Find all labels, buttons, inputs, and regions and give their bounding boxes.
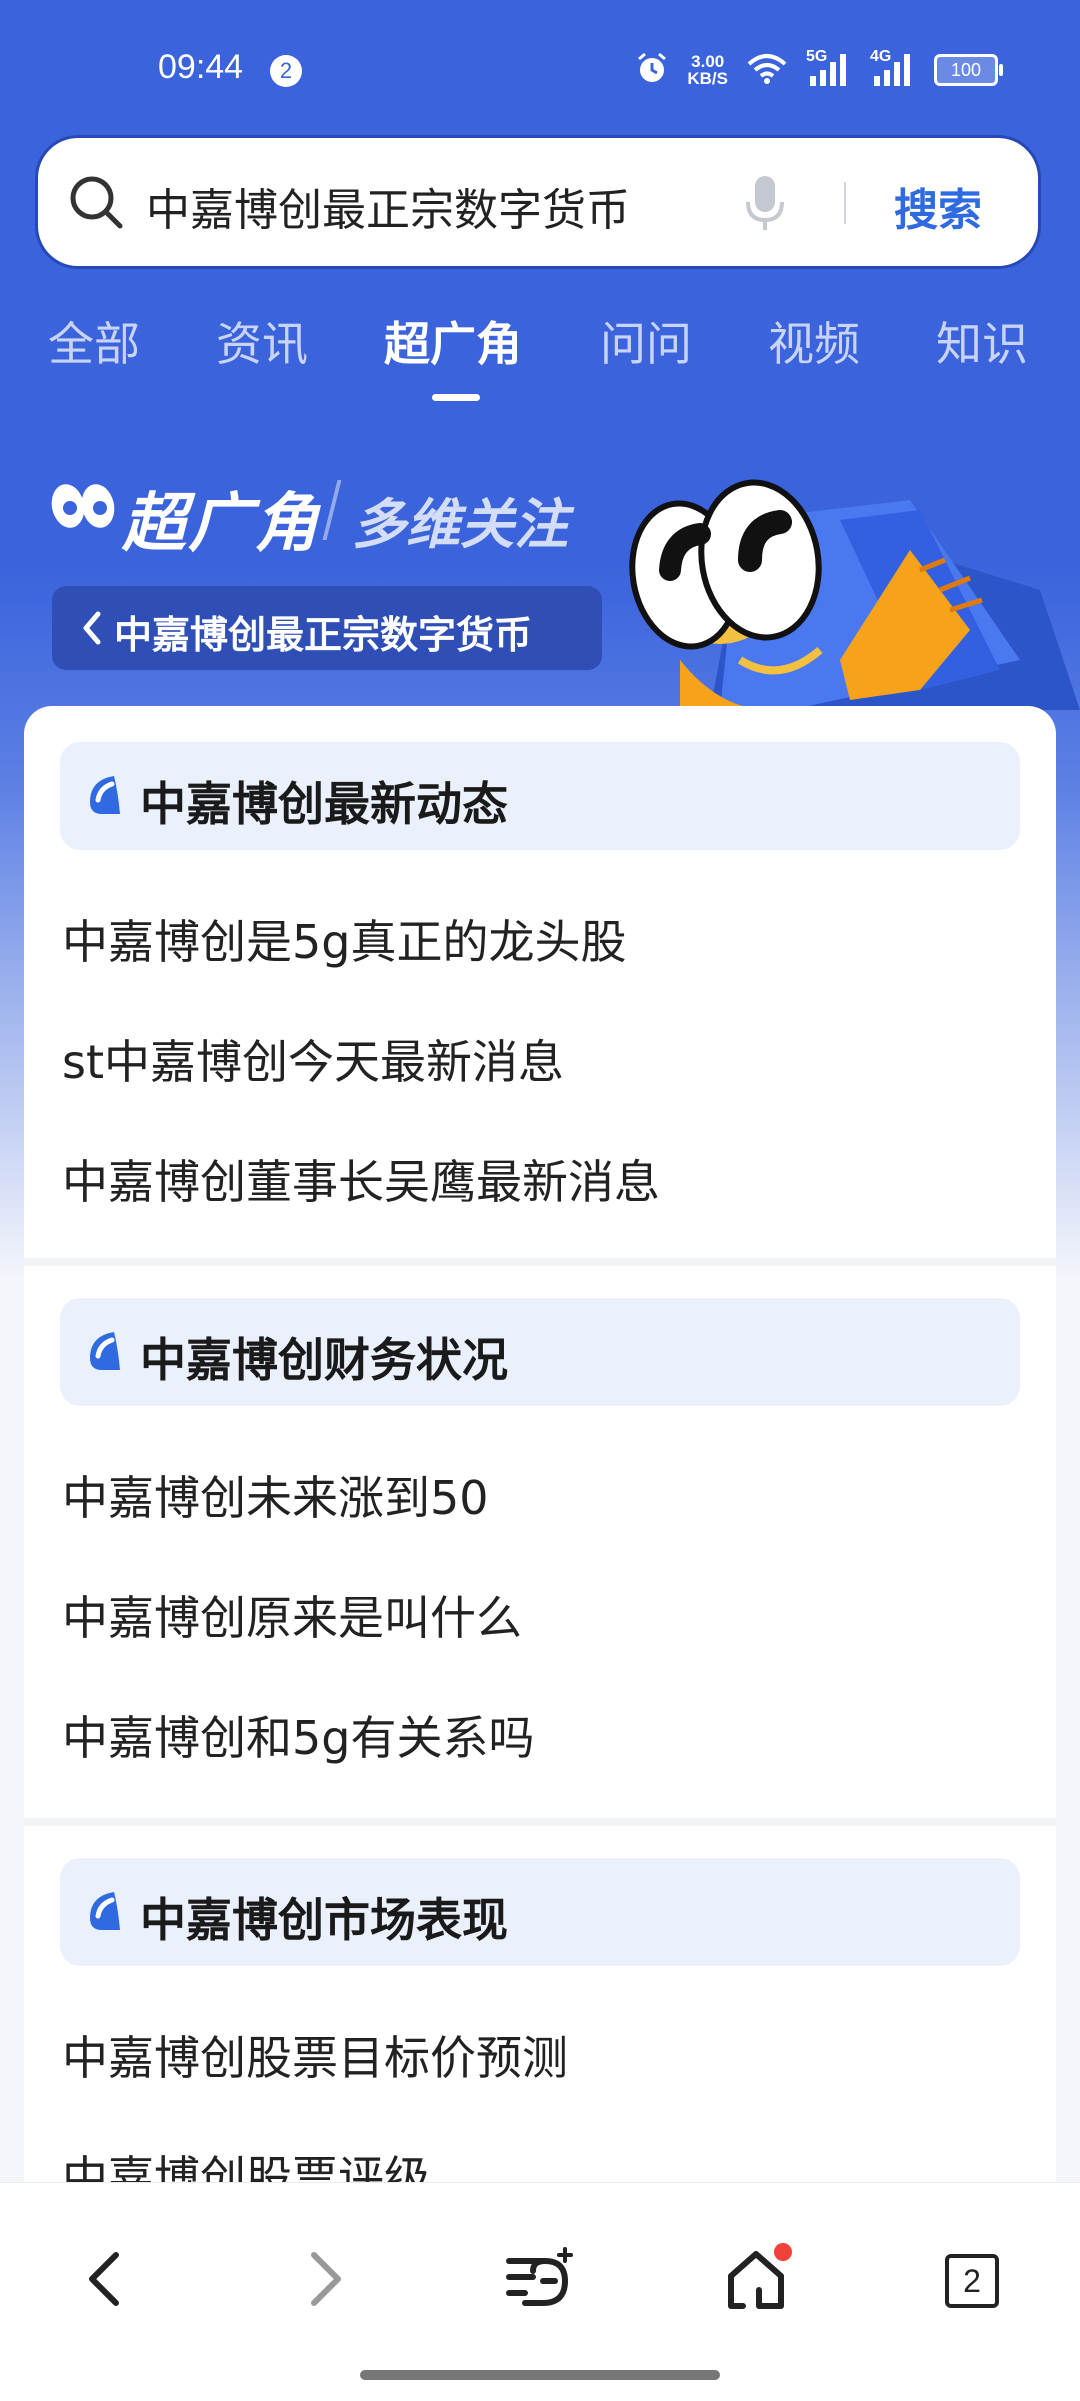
hero-title: 超广角 [122,487,320,561]
search-icon [66,172,126,236]
section-header[interactable]: 中嘉博创市场表现 [60,1858,1020,1966]
back-query-chip[interactable]: 中嘉博创最正宗数字货币 [52,586,602,670]
drop-logo-icon [84,772,124,822]
gesture-home-indicator[interactable] [360,2370,720,2380]
category-tabs: 全部 资讯 超广角 问问 视频 知识 [0,308,1080,388]
list-item[interactable]: 中嘉博创原来是叫什么 [62,1582,522,1648]
list-item[interactable]: 中嘉博创和5g有关系吗 [62,1702,534,1768]
list-item[interactable]: 中嘉博创股票目标价预测 [62,2022,568,2088]
alarm-icon [635,51,669,89]
active-tab-indicator [432,394,480,401]
home-notification-dot [774,2243,792,2261]
signal-5g-icon: 5G [806,48,852,88]
microphone-icon[interactable] [744,174,786,238]
tab-knowledge[interactable]: 知识 [936,308,1028,374]
chevron-left-icon [78,608,104,652]
chevron-left-icon [82,2249,126,2313]
network-speed: 3.00 KB/S [687,53,728,87]
section-header[interactable]: 中嘉博创财务状况 [60,1298,1020,1406]
bottom-navigation: 2 [0,2182,1080,2401]
feed-sparkle-icon [503,2247,577,2315]
notification-count-badge: 2 [270,55,302,87]
status-icons: 3.00 KB/S 5G 4G 100 [635,48,1003,90]
section-title: 中嘉博创市场表现 [140,1893,508,1947]
tabs-button[interactable]: 2 [932,2241,1012,2321]
tab-qa[interactable]: 问问 [600,308,692,374]
home-button[interactable] [716,2241,796,2321]
section-divider [24,1818,1056,1826]
list-item[interactable]: st中嘉博创今天最新消息 [62,1026,564,1092]
signal-4g-icon: 4G [870,48,916,88]
net-speed-unit: KB/S [687,69,728,88]
hero-subtitle: 多维关注 [352,493,568,556]
search-divider [844,182,846,224]
list-item[interactable]: 中嘉博创董事长吴鹰最新消息 [62,1146,660,1212]
section-header[interactable]: 中嘉博创最新动态 [60,742,1020,850]
status-time: 09:44 [158,48,244,86]
search-input[interactable]: 中嘉博创最正宗数字货币 [146,174,630,238]
section-title: 中嘉博创最新动态 [140,777,508,831]
forward-button[interactable] [286,2241,366,2321]
tab-news[interactable]: 资讯 [216,308,308,374]
drop-logo-icon [84,1888,124,1938]
section-title: 中嘉博创财务状况 [140,1333,508,1387]
back-chip-label: 中嘉博创最正宗数字货币 [114,613,533,657]
search-button[interactable]: 搜索 [894,174,982,238]
wifi-icon [746,52,788,88]
net-speed-value: 3.00 [691,52,725,71]
tab-all[interactable]: 全部 [48,308,140,374]
tab-wide-angle[interactable]: 超广角 [384,308,522,374]
status-bar: 09:44 2 3.00 KB/S 5G 4G 100 [0,0,1080,140]
section-divider [24,1258,1056,1266]
eyes-logo-icon [50,476,118,540]
drop-logo-icon [84,1328,124,1378]
chevron-right-icon [304,2249,348,2313]
list-item[interactable]: 中嘉博创未来涨到50 [62,1462,489,1528]
list-item[interactable]: 中嘉博创是5g真正的龙头股 [62,906,626,972]
tab-video[interactable]: 视频 [768,308,860,374]
mascot-illustration [590,460,1080,714]
tab-count: 2 [945,2254,999,2308]
content-card: 中嘉博创最新动态 中嘉博创是5g真正的龙头股 st中嘉博创今天最新消息 中嘉博创… [24,706,1056,2400]
back-button[interactable] [64,2241,144,2321]
battery-indicator: 100 [934,54,1003,86]
search-bar[interactable]: 中嘉博创最正宗数字货币 搜索 [38,138,1038,266]
feed-button[interactable] [500,2241,580,2321]
